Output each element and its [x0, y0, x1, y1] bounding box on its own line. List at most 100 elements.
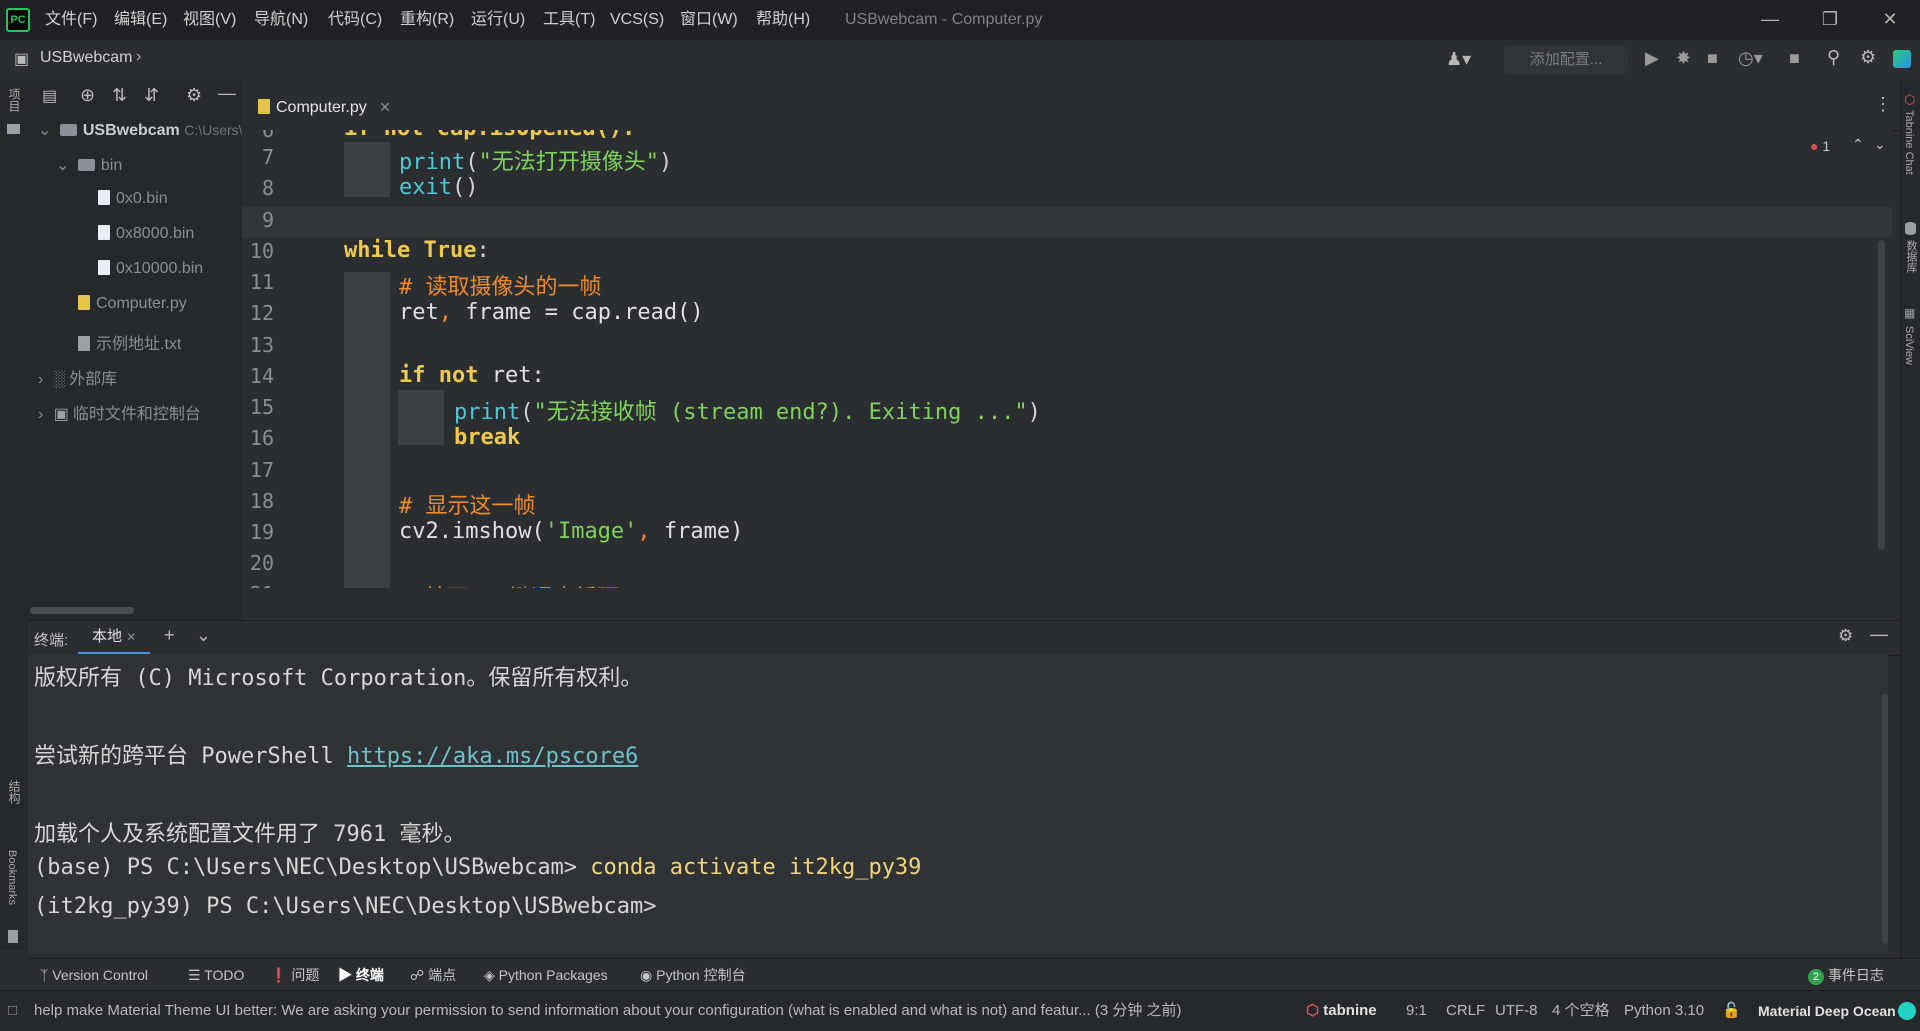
line-number: 19 [249, 520, 274, 544]
tree-file[interactable]: 0x8000.bin [98, 225, 194, 243]
code-line-10: while True: [344, 238, 490, 263]
tree-root[interactable]: ⌄ USBwebcam C:\Users\ [38, 120, 243, 140]
error-indicator[interactable]: ● 1 [1810, 138, 1830, 154]
menu-navigate[interactable]: 导航(N) [254, 0, 308, 40]
stop-icon[interactable]: ■ [1789, 48, 1800, 69]
vertical-scrollbar[interactable] [1878, 240, 1885, 550]
editor-tab-computer-py[interactable]: Computer.py ✕ [248, 88, 401, 133]
menu-window[interactable]: 窗口(W) [680, 0, 738, 40]
menu-tools[interactable]: 工具(T) [543, 0, 595, 40]
settings-icon[interactable]: ⚙ [1860, 47, 1876, 68]
tabnine-status[interactable]: ⬡ tabnine [1306, 991, 1377, 1031]
terminal-icon: ▶ [338, 967, 352, 983]
text-file-icon [78, 336, 90, 351]
tabnine-chat-tab[interactable]: Tabnine Chat [1903, 110, 1915, 175]
terminal-button[interactable]: ▶ 终端 [338, 959, 384, 991]
status-square-icon[interactable]: □ [8, 991, 17, 1031]
profile-icon[interactable]: ◷▾ [1738, 48, 1763, 69]
terminal-output[interactable]: 版权所有 (C) Microsoft Corporation。保留所有权利。 尝… [28, 654, 1888, 954]
bookmarks-tool-tab[interactable]: Bookmarks [6, 850, 18, 905]
add-terminal-icon[interactable]: + [164, 625, 175, 646]
add-configuration-button[interactable]: 添加配置... [1504, 46, 1628, 74]
menu-view[interactable]: 视图(V) [183, 0, 236, 40]
menu-vcs[interactable]: VCS(S) [610, 0, 664, 40]
line-number: 6 [261, 130, 274, 142]
terminal-scrollbar[interactable] [1882, 694, 1888, 944]
next-highlight-icon[interactable]: ⌄ [1874, 136, 1886, 153]
more-options-icon[interactable]: ⋮ [1874, 94, 1892, 115]
restore-icon[interactable]: ❐ [1800, 0, 1860, 40]
version-control-button[interactable]: ᛉ Version Control [40, 959, 148, 991]
menu-file[interactable]: 文件(F) [45, 0, 97, 40]
run-icon[interactable]: ▶ [1645, 48, 1659, 69]
terminal-line: (base) PS C:\Users\NEC\Desktop\USBwebcam… [34, 855, 922, 880]
user-icon[interactable]: ♟▾ [1446, 49, 1471, 70]
tree-folder-bin[interactable]: ⌄ bin [56, 155, 122, 175]
sciview-tab[interactable]: SciView [1903, 326, 1915, 365]
tree-external-libraries[interactable]: › ░ 外部库 [38, 365, 117, 389]
tree-file[interactable]: 0x0.bin [98, 190, 168, 208]
project-tool-tab[interactable]: 项目 [6, 88, 23, 112]
code-editor[interactable]: 6 7 8 9 10 11 12 13 14 15 16 17 18 19 20… [242, 130, 1892, 588]
python-interpreter[interactable]: Python 3.10 [1624, 991, 1704, 1031]
file-encoding[interactable]: UTF-8 [1495, 991, 1538, 1031]
breadcrumb[interactable]: USBwebcam [40, 49, 132, 67]
cursor-position[interactable]: 9:1 [1406, 991, 1427, 1031]
jetbrains-toolbox-icon[interactable] [1893, 50, 1911, 68]
editor-tab-bar [242, 80, 1900, 131]
tree-file[interactable]: 0x10000.bin [98, 260, 203, 278]
terminal-settings-icon[interactable]: ⚙ [1838, 626, 1853, 646]
hide-panel-icon[interactable]: — [218, 83, 236, 104]
close-tab-icon[interactable]: ✕ [126, 630, 136, 644]
tree-file-example-txt[interactable]: 示例地址.txt [78, 330, 181, 354]
hide-terminal-icon[interactable]: — [1870, 624, 1888, 645]
terminal-tab-local[interactable]: 本地 ✕ [78, 621, 151, 655]
indent-setting[interactable]: 4 个空格 [1552, 991, 1610, 1031]
tree-file-computer-py[interactable]: Computer.py [78, 295, 187, 313]
file-label: 0x0.bin [116, 190, 168, 207]
file-icon [98, 190, 110, 205]
chevron-down-icon: ⌄ [56, 157, 70, 174]
status-message[interactable]: help make Material Theme UI better: We a… [34, 991, 1274, 1031]
pscore6-link[interactable]: https://aka.ms/pscore6 [347, 744, 638, 769]
lock-icon[interactable]: 🔓 [1722, 991, 1741, 1031]
endpoints-button[interactable]: ☍ 端点 [410, 959, 456, 991]
expand-all-icon[interactable]: ⇅ [112, 85, 127, 106]
packages-icon: ◈ [484, 967, 495, 983]
horizontal-scrollbar[interactable] [30, 607, 134, 614]
file-label: 0x8000.bin [116, 225, 195, 242]
code-line-14: if not ret: [399, 363, 545, 388]
line-separator[interactable]: CRLF [1446, 991, 1485, 1031]
terminal-header: 终端: 本地 ✕ + ⌄ ⚙ — [28, 620, 1900, 656]
python-console-button[interactable]: ◉ Python 控制台 [640, 959, 746, 991]
event-log-button[interactable]: 2 事件日志 [1808, 959, 1884, 991]
menu-code[interactable]: 代码(C) [328, 0, 382, 40]
tree-scratches[interactable]: › ▣ 临时文件和控制台 [38, 400, 201, 424]
menu-refactor[interactable]: 重构(R) [400, 0, 454, 40]
theme-name[interactable]: Material Deep Ocean [1758, 991, 1896, 1031]
collapse-all-icon[interactable]: ⇵ [144, 85, 159, 106]
database-tab[interactable]: 数据库 [1903, 240, 1919, 273]
menu-help[interactable]: 帮助(H) [756, 0, 810, 40]
prev-highlight-icon[interactable]: ⌃ [1852, 136, 1864, 153]
select-opened-file-icon[interactable]: ▤ [42, 86, 57, 106]
python-packages-button[interactable]: ◈ Python Packages [484, 959, 608, 991]
search-icon[interactable]: ⚲ [1827, 47, 1840, 68]
minimize-icon[interactable]: — [1740, 0, 1800, 40]
close-tab-icon[interactable]: ✕ [379, 99, 391, 115]
chevron-down-icon[interactable]: ⌄ [196, 625, 211, 646]
theme-color-icon[interactable] [1898, 1002, 1916, 1020]
panel-settings-icon[interactable]: ⚙ [186, 85, 202, 106]
chevron-right-icon: › [38, 406, 44, 423]
menu-run[interactable]: 运行(U) [471, 0, 525, 40]
locate-icon[interactable]: ⊕ [80, 85, 95, 106]
terminal-line: 加载个人及系统配置文件用了 7961 毫秒。 [34, 822, 466, 847]
debug-icon[interactable]: ✸ [1676, 48, 1691, 69]
coverage-icon[interactable]: ■ [1707, 48, 1718, 69]
line-number: 12 [249, 301, 274, 325]
menu-edit[interactable]: 编辑(E) [114, 0, 167, 40]
structure-tool-tab[interactable]: 结构 [6, 780, 23, 804]
close-window-icon[interactable]: ✕ [1860, 0, 1920, 40]
problems-button[interactable]: ❗ 问题 [270, 959, 319, 991]
todo-button[interactable]: ☰ TODO [188, 959, 244, 991]
